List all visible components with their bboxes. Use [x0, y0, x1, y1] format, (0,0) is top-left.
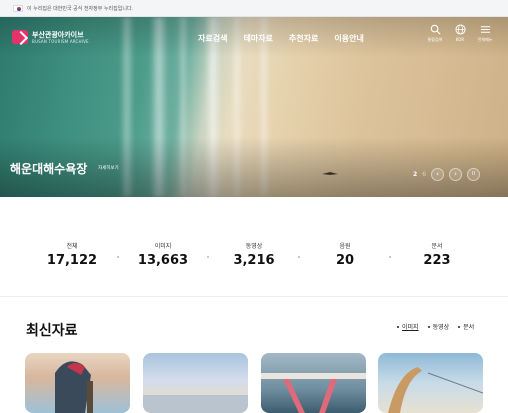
language-button[interactable]: KOR: [447, 24, 473, 42]
search-button[interactable]: 통합검색: [422, 24, 448, 43]
logo-name: 부산관광아카이브: [32, 30, 84, 39]
pause-button[interactable]: II: [467, 168, 481, 181]
card-thumbnail-image: [388, 367, 483, 413]
logo-mark-icon: [12, 30, 28, 44]
stat-value: 223: [423, 253, 451, 268]
latest-card[interactable]: [378, 353, 483, 413]
surfer-image: [322, 172, 338, 175]
stat-value: 20: [335, 253, 355, 268]
language-label: KOR: [455, 37, 465, 42]
stat-value: 13,663: [137, 253, 189, 268]
latest-filters: 이미지 동영상 문서: [397, 322, 474, 331]
hero-title: 해운대해수욕장: [10, 162, 88, 176]
gov-banner-text: 이 누리집은 대한민국 공식 전자정부 누리집입니다.: [27, 5, 134, 12]
separator-dot: [207, 256, 209, 258]
filter-document[interactable]: 문서: [458, 322, 474, 331]
section-title-latest: 최신자료: [26, 323, 78, 339]
menu-label: 전체메뉴: [477, 37, 493, 42]
nav-item-recommend[interactable]: 추천자료: [281, 33, 326, 44]
search-label: 통합검색: [427, 37, 443, 42]
stat-audio[interactable]: 음원 20: [305, 241, 385, 268]
separator-dot: [117, 256, 119, 258]
stat-label: 음원: [339, 243, 351, 250]
separator-dot: [389, 256, 391, 258]
separator-dot: [298, 256, 300, 258]
prev-slide-button[interactable]: ‹: [431, 168, 445, 181]
search-icon: [430, 24, 440, 35]
next-slide-button[interactable]: ›: [449, 168, 463, 181]
stat-video[interactable]: 동영상 3,216: [214, 241, 294, 268]
latest-card[interactable]: [261, 353, 366, 413]
stat-label: 이미지: [154, 243, 172, 250]
korean-flag-icon: [13, 4, 23, 12]
hero-pager: 2 6 ‹ › II: [413, 168, 481, 181]
hero-more-link[interactable]: 자세히보기: [98, 165, 119, 171]
card-thumbnail-image: [143, 395, 248, 413]
site-logo[interactable]: 부산관광아카이브 BUSAN TOURISM ARCHIVE: [12, 30, 89, 44]
menu-button[interactable]: 전체메뉴: [472, 24, 498, 43]
main-nav: 자료검색 테마자료 추천자료 이용안내: [190, 33, 372, 44]
stat-value: 3,216: [233, 253, 275, 268]
stat-document[interactable]: 문서 223: [397, 241, 477, 268]
stat-label: 문서: [431, 243, 443, 250]
card-thumbnail-image: [55, 361, 93, 413]
pager-total: 6: [422, 171, 427, 178]
logo-english-name: BUSAN TOURISM ARCHIVE: [32, 38, 89, 44]
stat-total[interactable]: 전체 17,122: [32, 241, 112, 268]
hamburger-icon: [480, 26, 490, 33]
archive-stats: 전체 17,122 이미지 13,663 동영상 3,216 음원 20 문서 …: [0, 197, 508, 297]
gov-banner: 이 누리집은 대한민국 공식 전자정부 누리집입니다.: [0, 0, 508, 17]
latest-card[interactable]: [25, 353, 130, 413]
stat-value: 17,122: [46, 253, 98, 268]
globe-icon: [454, 24, 466, 35]
nav-item-search[interactable]: 자료검색: [190, 33, 235, 44]
nav-item-theme[interactable]: 테마자료: [235, 33, 280, 44]
pager-current: 2: [413, 171, 418, 178]
card-thumbnail-image: [261, 373, 366, 413]
nav-item-guide[interactable]: 이용안내: [326, 33, 371, 44]
stat-label: 동영상: [245, 243, 263, 250]
filter-image[interactable]: 이미지: [397, 322, 419, 331]
stat-label: 전체: [66, 243, 78, 250]
stat-image[interactable]: 이미지 13,663: [123, 241, 203, 268]
filter-video[interactable]: 동영상: [428, 322, 450, 331]
latest-card[interactable]: [143, 353, 248, 413]
